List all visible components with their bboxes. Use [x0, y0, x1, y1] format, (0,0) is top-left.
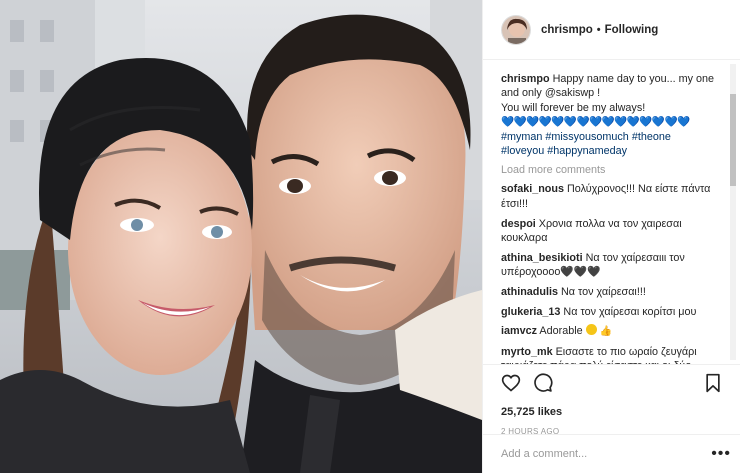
comment-username[interactable]: glukeria_13	[501, 306, 560, 318]
hashtag-link[interactable]: #theone	[632, 131, 671, 143]
instagram-post: chrismpo • Following chrismpo Happy name…	[0, 0, 740, 473]
hashtag-link[interactable]: #myman	[501, 131, 542, 143]
comment-item: sofaki_nous Πολύχρονος!!! Να είστε πάντα…	[501, 182, 721, 211]
comment-item: myrto_mk Εισαστε το πιο ωραίο ζευγάρι τα…	[501, 345, 721, 364]
comment-item: despoi Χρονια πολλα να τον χαιρεσαι κουκ…	[501, 217, 721, 246]
comment-text: Adorable	[539, 325, 583, 338]
comment-item: athinadulis Να τον χαίρεσαι!!!	[501, 285, 721, 300]
comment-username[interactable]: myrto_mk	[501, 346, 553, 358]
heart-icon[interactable]	[501, 373, 521, 393]
hashtag-link[interactable]: #missyousomuch	[545, 131, 628, 143]
couple-selfie-image	[0, 0, 482, 473]
comments-scrollbar[interactable]	[730, 64, 736, 360]
add-comment-bar: •••	[483, 434, 740, 473]
caption-username[interactable]: chrismpo	[501, 73, 550, 85]
caption-line2: You will forever be my always!	[501, 101, 646, 114]
comment-input[interactable]	[501, 448, 712, 460]
comment-username[interactable]: iamvcz	[501, 325, 537, 337]
scrollbar-thumb[interactable]	[730, 94, 736, 186]
comment-text: Να τον χαίρεσαι!!!	[561, 286, 646, 298]
comment-username[interactable]: despoi	[501, 218, 536, 230]
post-header: chrismpo • Following	[483, 0, 740, 60]
comment-username[interactable]: athina_besikioti	[501, 252, 583, 264]
caption-hearts: 💙💙💙💙💙💙💙💙💙💙💙💙💙💙💙	[501, 116, 690, 129]
hashtag-link[interactable]: #happynameday	[547, 145, 627, 157]
bookmark-icon[interactable]	[703, 373, 723, 393]
smiling-face-emoji-icon	[585, 324, 597, 336]
post-side-panel: chrismpo • Following chrismpo Happy name…	[482, 0, 740, 473]
avatar-image	[502, 15, 530, 44]
hashtag-link[interactable]: #loveyou	[501, 145, 544, 157]
following-button[interactable]: Following	[605, 24, 659, 36]
comment-item: athina_besikioti Να τον χαίρεσαιιι τον υ…	[501, 251, 721, 280]
post-author-username[interactable]: chrismpo	[541, 24, 593, 36]
post-actions: 25,725 likes 2 HOURS AGO	[483, 364, 740, 436]
comment-item: iamvcz Adorable 👍	[501, 324, 721, 340]
comment-icon[interactable]	[533, 373, 553, 393]
likes-count[interactable]: 25,725 likes	[501, 406, 723, 418]
comment-username[interactable]: sofaki_nous	[501, 183, 564, 195]
avatar[interactable]	[501, 14, 531, 45]
post-photo[interactable]	[0, 0, 482, 473]
action-icon-row	[501, 373, 723, 393]
thumbs-up-emoji-icon: 👍	[599, 326, 613, 338]
comment-text: Να τον χαίρεσαι κορίτσι μου	[563, 305, 697, 318]
more-options-icon[interactable]: •••	[711, 446, 731, 462]
comment-item: glukeria_13 Να τον χαίρεσαι κορίτσι μου	[501, 305, 721, 320]
separator-dot: •	[596, 23, 601, 36]
load-more-comments-button[interactable]: Load more comments	[501, 164, 721, 176]
comments-list[interactable]: chrismpo Happy name day to you... my one…	[483, 72, 733, 364]
post-caption: chrismpo Happy name day to you... my one…	[501, 72, 721, 158]
comment-username[interactable]: athinadulis	[501, 286, 558, 298]
